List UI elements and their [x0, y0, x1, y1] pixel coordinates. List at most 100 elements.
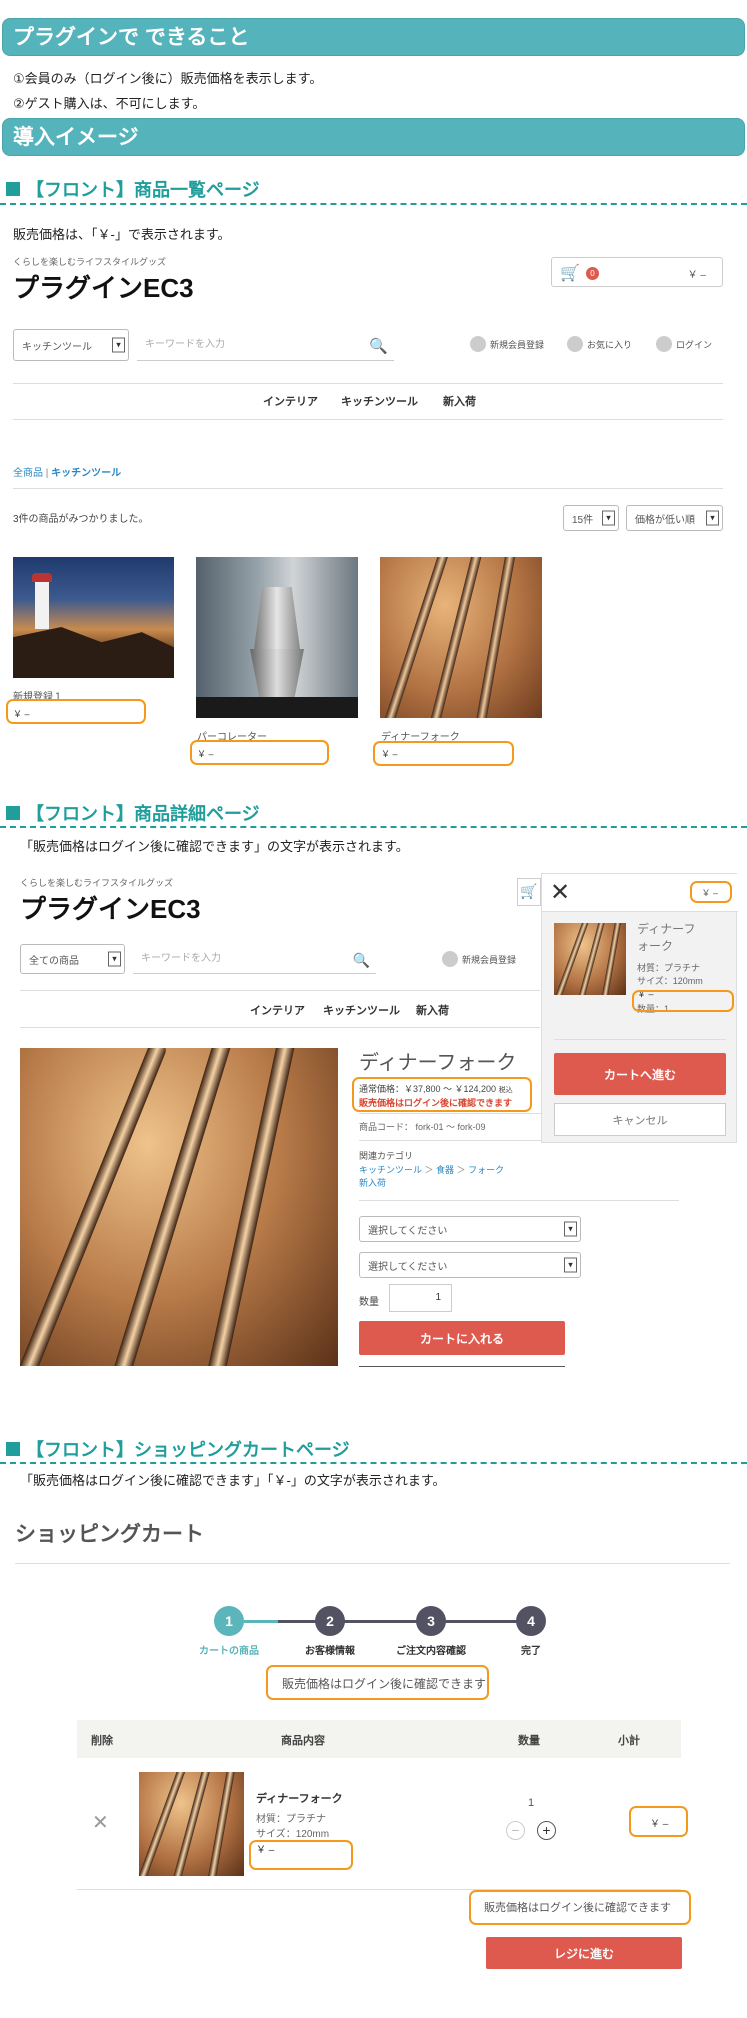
- checkout-button[interactable]: レジに進む: [486, 1937, 682, 1969]
- option-select-1[interactable]: 選択してください ▾: [359, 1216, 581, 1242]
- nav-interior[interactable]: インテリア: [250, 1002, 305, 1018]
- highlight-box: [690, 881, 732, 903]
- related-path: キッチンツール ＞ 食器 ＞ フォーク: [359, 1163, 504, 1176]
- nav-new[interactable]: 新入荷: [416, 1002, 449, 1018]
- cart-item-size: サイズ：120mm: [256, 1829, 330, 1840]
- breadcrumb-current[interactable]: キッチンツール: [51, 468, 121, 479]
- quantity-label: 数量: [359, 1297, 379, 1308]
- search-input[interactable]: キーワードを入力 🔍: [137, 333, 394, 361]
- store-logo[interactable]: プラグインEC3: [20, 889, 201, 926]
- search-placeholder: キーワードを入力: [141, 953, 221, 964]
- register-link[interactable]: 新規会員登録: [470, 336, 544, 352]
- cart-title: ショッピングカート: [15, 1523, 204, 1546]
- product-title: ディナーフォーク: [359, 1052, 517, 1074]
- minus-icon[interactable]: −: [506, 1821, 525, 1840]
- divider: [13, 488, 723, 489]
- category-select[interactable]: キッチンツール ▾: [13, 329, 129, 361]
- store-tagline: くらしを楽しむライフスタイルグッズ: [20, 878, 174, 888]
- cart-table-header: 削除 商品内容 数量 小計: [77, 1720, 681, 1758]
- cart-price: ￥ –: [687, 270, 706, 281]
- step-1-circle: 1: [214, 1606, 244, 1636]
- step-3-label: ご注文内容確認: [396, 1646, 466, 1657]
- related-tableware[interactable]: 食器: [436, 1165, 454, 1175]
- cart-note: 「販売価格はログイン後に確認できます」「￥-」の文字が表示されます。: [20, 1473, 446, 1488]
- divider: [359, 1200, 679, 1201]
- product-image-lighthouse[interactable]: [13, 557, 174, 678]
- register-link[interactable]: 新規会員登録: [442, 951, 516, 967]
- proceed-to-cart-button[interactable]: カートへ進む: [554, 1053, 726, 1095]
- per-page-select[interactable]: 15件 ▾: [563, 505, 619, 531]
- chevron-down-icon: ▾: [564, 1257, 577, 1273]
- step-2-circle: 2: [315, 1606, 345, 1636]
- highlight-box: [190, 740, 329, 765]
- col-item: 商品内容: [281, 1735, 325, 1747]
- per-page-value: 15件: [572, 514, 594, 526]
- fork-3: [206, 1772, 236, 1876]
- product-image-percolator[interactable]: [196, 557, 358, 718]
- login-link[interactable]: ログイン: [656, 336, 712, 352]
- square-bullet-icon: [6, 806, 20, 820]
- lighthouse-tower: [35, 579, 49, 629]
- percolator-base: [250, 649, 304, 699]
- highlight-box: [373, 741, 514, 766]
- search-icon[interactable]: 🔍: [353, 949, 370, 971]
- divider: [0, 1462, 747, 1464]
- square-bullet-icon: [6, 182, 20, 196]
- nav-top-border: [13, 383, 723, 384]
- register-label: 新規会員登録: [462, 954, 517, 965]
- product-image-forks[interactable]: [380, 557, 542, 718]
- breadcrumb: 全商品 | キッチンツール: [13, 464, 121, 479]
- list-note: 販売価格は、「￥-」で表示されます。: [13, 227, 231, 242]
- favorites-link[interactable]: お気に入り: [567, 336, 632, 352]
- plus-icon[interactable]: +: [537, 1821, 556, 1840]
- popup-item-material: 材質：プラチナ: [637, 963, 701, 973]
- cart-item-name[interactable]: ディナーフォーク: [256, 1790, 343, 1806]
- search-icon[interactable]: 🔍: [369, 335, 388, 359]
- cart-section-heading: 【フロント】ショッピングカートページ: [6, 1436, 350, 1462]
- nav-kitchen[interactable]: キッチンツール: [323, 1002, 400, 1018]
- store-tagline: くらしを楽しむライフスタイルグッズ: [13, 257, 167, 267]
- col-delete: 削除: [91, 1735, 113, 1747]
- col-qty: 数量: [518, 1735, 540, 1747]
- divider: [15, 1563, 730, 1564]
- nav-interior[interactable]: インテリア: [263, 393, 318, 409]
- col-subtotal: 小計: [618, 1735, 640, 1747]
- breadcrumb-all[interactable]: 全商品: [13, 468, 43, 479]
- cart-item-image[interactable]: [139, 1772, 244, 1876]
- cart-widget[interactable]: 🛒 0 ￥ –: [551, 257, 723, 287]
- list-section-heading: 【フロント】商品一覧ページ: [6, 176, 260, 202]
- related-kitchen[interactable]: キッチンツール: [359, 1165, 422, 1175]
- option-select-2[interactable]: 選択してください ▾: [359, 1252, 581, 1278]
- feature-line-1: ①会員のみ（ログイン後に）販売価格を表示します。: [13, 71, 323, 86]
- highlight-box: [266, 1665, 489, 1700]
- divider: [359, 1366, 565, 1367]
- login-label: ログイン: [676, 339, 713, 350]
- highlight-box: [629, 1806, 688, 1837]
- highlight-box: [469, 1890, 691, 1925]
- add-to-cart-button[interactable]: カートに入れる: [359, 1321, 565, 1355]
- fork-3: [473, 557, 517, 718]
- fork-2: [104, 1048, 234, 1366]
- nav-new[interactable]: 新入荷: [443, 393, 476, 409]
- remove-item-icon[interactable]: ✕: [92, 1810, 109, 1835]
- store-logo[interactable]: プラグインEC3: [13, 268, 194, 305]
- list-heading-text: 【フロント】商品一覧ページ: [26, 180, 260, 200]
- cart-icon[interactable]: 🛒: [517, 878, 541, 906]
- cart-count-badge: 0: [586, 267, 599, 280]
- lock-icon: [656, 336, 672, 352]
- cancel-button[interactable]: キャンセル: [554, 1103, 726, 1136]
- category-select[interactable]: 全ての商品 ▾: [20, 944, 125, 974]
- highlight-box: [632, 990, 734, 1012]
- search-input[interactable]: キーワードを入力 🔍: [133, 948, 376, 974]
- nav-kitchen[interactable]: キッチンツール: [341, 393, 418, 409]
- related-fork[interactable]: フォーク: [468, 1165, 504, 1175]
- step-4-label: 完了: [521, 1646, 541, 1657]
- product-main-image[interactable]: [20, 1048, 338, 1366]
- chevron-right-icon: ＞: [456, 1165, 469, 1175]
- close-icon[interactable]: ✕: [550, 878, 570, 907]
- related-new[interactable]: 新入荷: [359, 1176, 386, 1189]
- quantity-input[interactable]: 1: [389, 1284, 452, 1312]
- sort-select[interactable]: 価格が低い順 ▾: [626, 505, 723, 531]
- feature-banner: プラグインで できること: [2, 18, 745, 56]
- step-1-label: カートの商品: [199, 1646, 259, 1657]
